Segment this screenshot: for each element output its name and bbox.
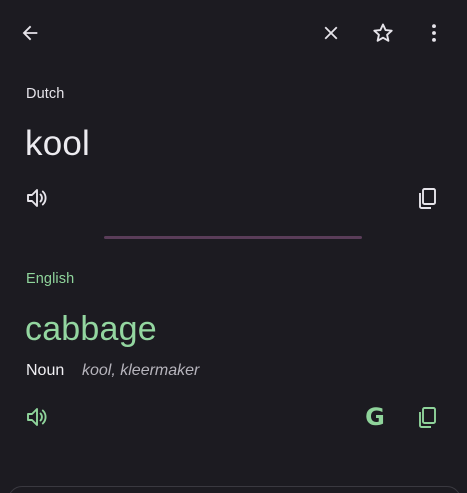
volume-icon <box>25 405 49 429</box>
translation-screen: Dutch kool English cabbage Noun kool, kl… <box>0 0 467 493</box>
star-button[interactable] <box>365 15 401 51</box>
more-vert-icon <box>423 22 445 44</box>
close-button[interactable] <box>313 15 349 51</box>
source-language-label[interactable]: Dutch <box>26 86 64 102</box>
bottom-sheet[interactable] <box>8 486 461 493</box>
copy-icon <box>415 405 439 429</box>
google-g-icon: G <box>365 403 385 431</box>
translation-copy-button[interactable] <box>409 399 445 435</box>
back-button[interactable] <box>12 15 48 51</box>
close-icon <box>320 22 342 44</box>
section-divider <box>104 236 362 239</box>
star-outline-icon <box>371 21 395 45</box>
google-search-button[interactable]: G <box>357 399 393 435</box>
part-of-speech: Noun <box>26 362 65 379</box>
arrow-back-icon <box>19 22 41 44</box>
translated-text[interactable]: cabbage <box>25 310 157 349</box>
source-listen-button[interactable] <box>19 180 55 216</box>
volume-icon <box>25 186 49 210</box>
translation-listen-button[interactable] <box>19 399 55 435</box>
target-language-label[interactable]: English <box>26 271 74 287</box>
copy-icon <box>415 186 439 210</box>
more-options-button[interactable] <box>416 15 452 51</box>
alternative-translations[interactable]: kool, kleermaker <box>82 362 199 380</box>
source-copy-button[interactable] <box>409 180 445 216</box>
source-text[interactable]: kool <box>25 124 90 164</box>
